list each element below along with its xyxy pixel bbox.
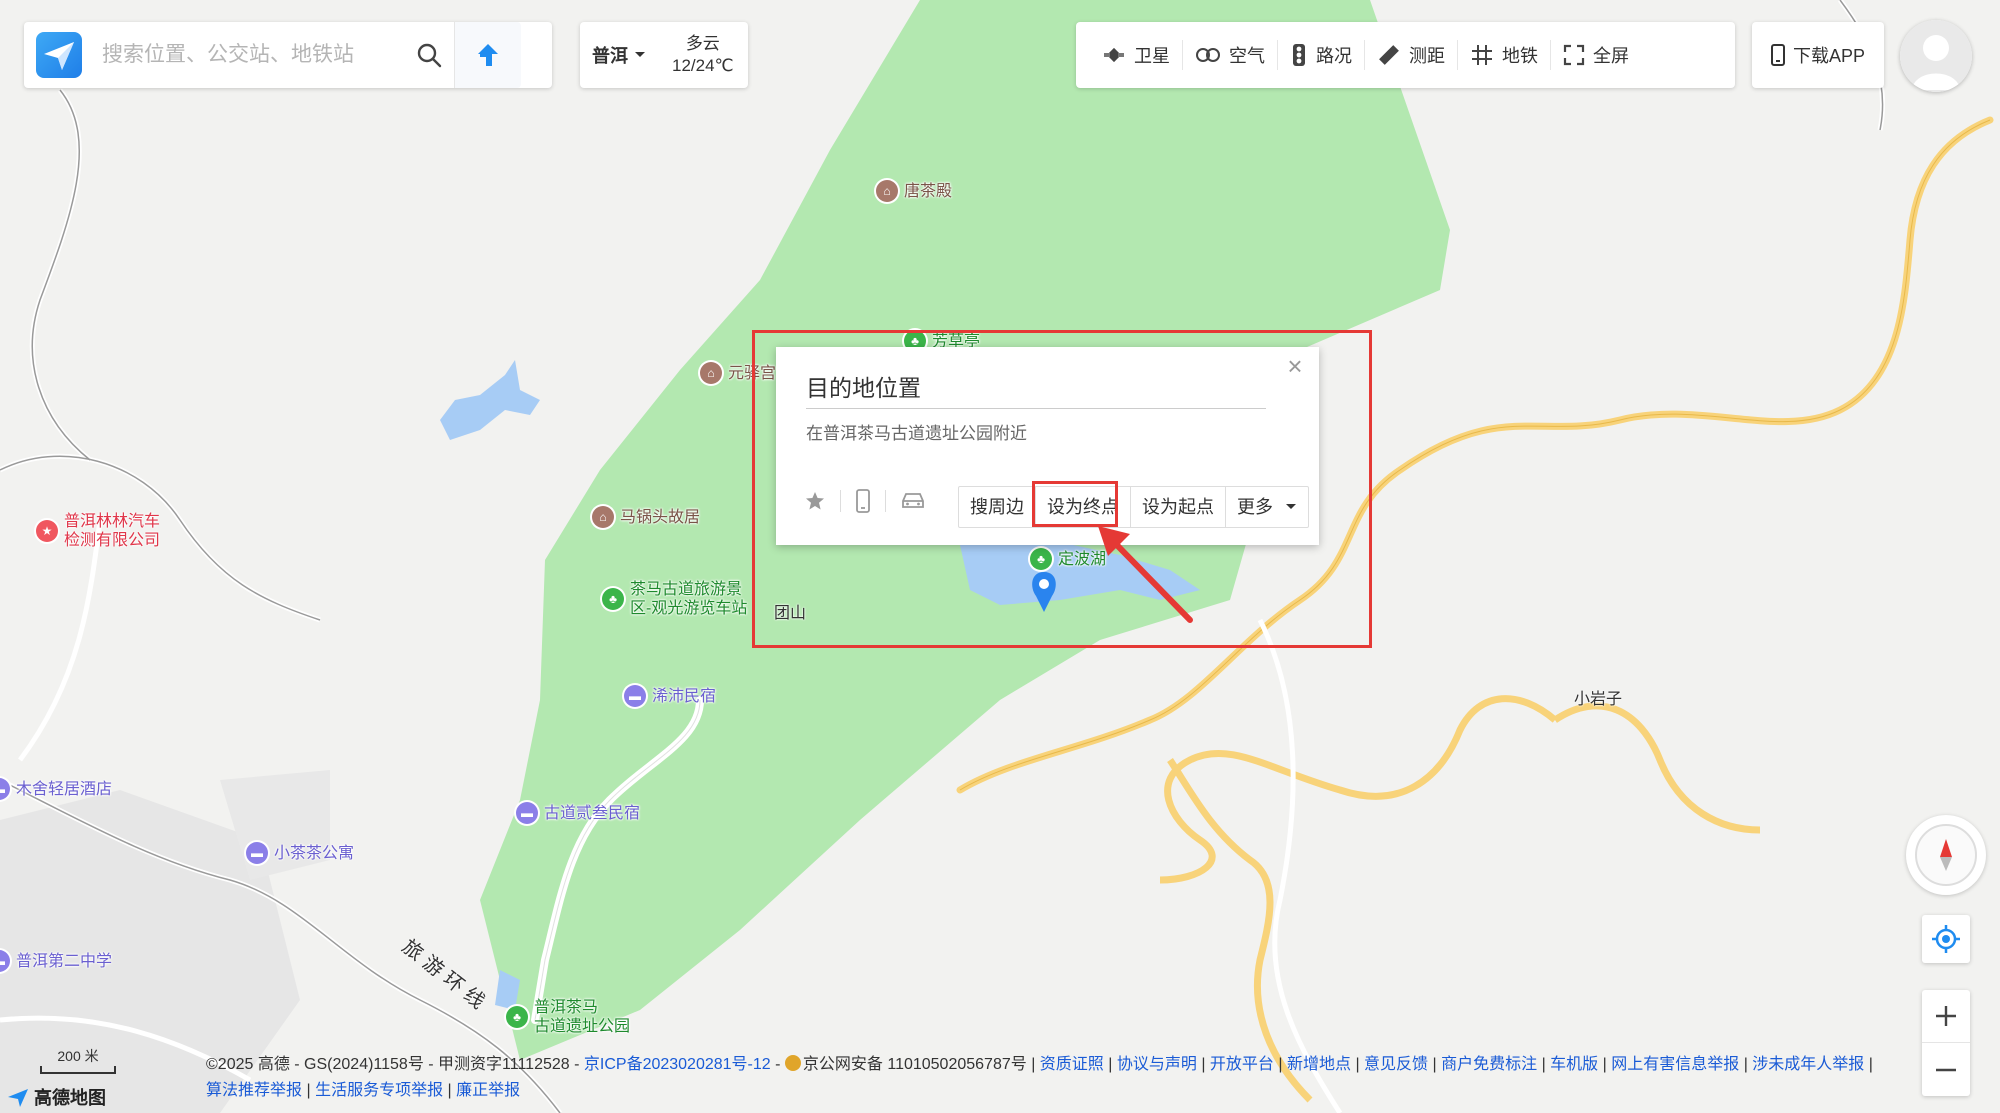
search-icon [417,43,442,68]
map-toolbar: 卫星 空气 路况 测距 地铁 全屏 [1076,22,1735,88]
poi-lin-auto[interactable]: ★ 普洱林林汽车 检测有限公司 [36,512,160,550]
poi-mushe[interactable]: ▬木舍轻居酒店 [0,778,112,800]
footer-link[interactable]: 网上有害信息举报 [1611,1056,1739,1073]
poi-school[interactable]: ▬普洱第二中学 [0,950,112,972]
download-app-button[interactable]: 下载APP [1752,22,1884,88]
user-avatar[interactable] [1900,20,1972,92]
footer-link-icp[interactable]: 京ICP备2023020281号-12 [584,1056,771,1073]
tree-icon: ♣ [602,588,624,610]
subway-button[interactable]: 地铁 [1457,40,1550,70]
search-input[interactable] [100,42,404,68]
tree-icon: ♣ [506,1006,528,1028]
school-icon: ▬ [0,950,10,972]
footer-link[interactable]: 廉正举报 [456,1082,520,1099]
search-button[interactable] [404,22,454,88]
footer-link[interactable]: 协议与声明 [1117,1056,1197,1073]
compass-control[interactable] [1906,815,1986,895]
scale-line [40,1066,116,1074]
footer-link[interactable]: 车机版 [1550,1056,1598,1073]
area-label-xiaoyan: 小岩子 [1574,691,1623,708]
temple-icon: ⌂ [592,506,614,528]
weather-widget[interactable]: 普洱 多云 12/24℃ [580,22,748,88]
poi-gudao[interactable]: ▬ 古道贰叁民宿 [516,802,640,824]
route-arrow-icon [478,44,498,66]
search-bar [24,22,552,88]
chevron-down-icon [635,52,645,57]
zoom-out-button[interactable] [1922,1043,1970,1096]
air-icon [1196,48,1220,62]
footer-link[interactable]: 商户免费标注 [1441,1056,1537,1073]
air-button[interactable]: 空气 [1182,40,1277,70]
footer-link[interactable]: 资质证照 [1040,1056,1104,1073]
temple-icon: ⌂ [876,180,898,202]
bed-icon: ▬ [624,685,646,707]
route-button[interactable] [454,22,521,88]
poi-xiaocha[interactable]: ▬ 小茶茶公寓 [246,842,354,864]
footer-link[interactable]: 涉未成年人举报 [1752,1056,1864,1073]
weather-info: 多云 12/24℃ [672,33,734,77]
bed-icon: ▬ [246,842,268,864]
footer-link[interactable]: 新增地点 [1287,1056,1351,1073]
city-label: 普洱 [592,46,628,66]
poi-xipei[interactable]: ▬ 浠沛民宿 [624,685,716,707]
bed-icon: ▬ [0,778,10,800]
footer-link[interactable]: 生活服务专项举报 [315,1082,443,1099]
footer: ©2025 高德 - GS(2024)1158号 - 甲测资字11112528 … [206,1055,1873,1099]
ruler-icon [1379,45,1399,65]
traffic-button[interactable]: 路况 [1277,40,1364,70]
poi-tang[interactable]: ⌂ 唐茶殿 [876,180,952,202]
locate-icon [1932,925,1960,953]
phone-icon [1770,44,1785,66]
police-badge-icon [784,1055,801,1071]
weather-temp: 12/24℃ [672,56,734,75]
footer-link[interactable]: 开放平台 [1210,1056,1274,1073]
scale-label: 200 米 [57,1048,99,1064]
minus-icon [1936,1068,1956,1071]
locate-button[interactable] [1922,915,1970,963]
fullscreen-button[interactable]: 全屏 [1550,40,1641,70]
footer-link[interactable]: 意见反馈 [1364,1056,1428,1073]
bed-icon: ▬ [516,802,538,824]
zoom-control [1922,990,1970,1096]
amap-logo-icon [8,1089,28,1107]
poi-maguo[interactable]: ⌂ 马锅头故居 [592,506,700,528]
city-selector[interactable]: 普洱 [592,42,646,68]
weather-condition: 多云 [685,34,720,53]
amap-logo-icon[interactable] [36,32,82,78]
user-icon [1900,20,1972,92]
temple-icon: ⌂ [700,362,722,384]
plus-icon [1936,1006,1956,1026]
map-logo: 高德地图 [6,1084,106,1110]
annotation-arrow-icon [1098,526,1193,623]
compass-icon [1915,824,1977,886]
poi-chama-station[interactable]: ♣ 茶马古道旅游景 区-观光游览车站 [602,580,747,618]
footer-link[interactable]: 算法推荐举报 [206,1082,302,1099]
fullscreen-icon [1563,44,1585,66]
poi-park[interactable]: ♣ 普洱茶马 古道遗址公园 [506,998,630,1036]
satellite-icon [1104,47,1124,63]
traffic-light-icon [1293,44,1305,66]
star-icon: ★ [36,520,58,542]
ruler-button[interactable]: 测距 [1364,40,1457,70]
subway-icon [1472,45,1492,65]
zoom-in-button[interactable] [1922,990,1970,1043]
scale-bar: 200 米 [40,1046,116,1074]
satellite-button[interactable]: 卫星 [1090,40,1182,70]
